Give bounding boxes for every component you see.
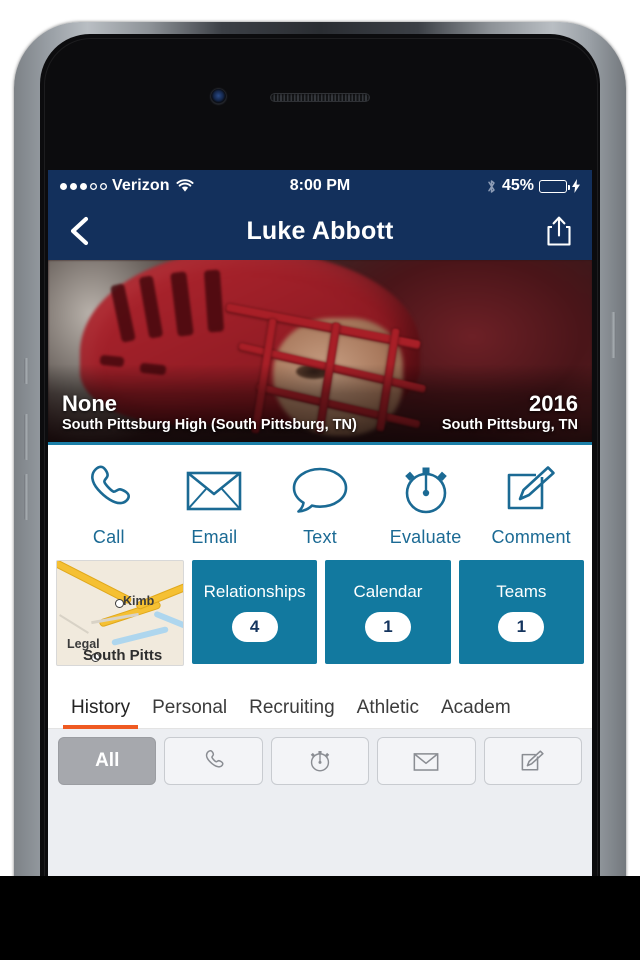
- tile-calendar-count: 1: [364, 612, 411, 642]
- stopwatch-icon: [399, 463, 453, 517]
- battery-percent-label: 45%: [501, 177, 534, 194]
- pencil-square-icon: [504, 463, 558, 517]
- action-email[interactable]: Email: [162, 463, 268, 548]
- wifi-icon: [176, 179, 194, 193]
- earpiece-speaker-icon: [270, 93, 370, 102]
- battery-icon: [539, 179, 570, 193]
- quick-action-row: Call Email Text Evaluate Comment: [48, 445, 592, 560]
- tile-calendar[interactable]: Calendar 1: [325, 560, 451, 664]
- tile-relationships-label: Relationships: [203, 582, 306, 601]
- phone-screen: Verizon 8:00 PM 45% Luke Abbott None Sou…: [48, 170, 592, 876]
- map-label-kimball: Kimb: [123, 594, 155, 608]
- hero-right-text: 2016 South Pittsburg, TN: [442, 391, 578, 436]
- hero-overlay-text: None South Pittsburg High (South Pittsbu…: [48, 391, 592, 436]
- filter-all-label: All: [95, 750, 120, 771]
- map-tile[interactable]: Kimb Legal South Pitts: [56, 560, 184, 666]
- navigation-bar: Luke Abbott: [48, 202, 592, 260]
- tile-relationships-count: 4: [231, 612, 278, 642]
- tile-relationships[interactable]: Relationships 4: [192, 560, 318, 664]
- action-evaluate[interactable]: Evaluate: [373, 463, 479, 548]
- tab-athletic[interactable]: Athletic: [346, 697, 430, 728]
- action-text-label: Text: [303, 527, 337, 547]
- volume-down-button[interactable]: [24, 474, 29, 520]
- filter-calls[interactable]: [164, 737, 263, 785]
- page-title: Luke Abbott: [246, 216, 394, 245]
- tile-teams-count: 1: [498, 612, 545, 642]
- action-text[interactable]: Text: [267, 463, 373, 548]
- share-button[interactable]: [544, 214, 574, 248]
- filter-emails[interactable]: [377, 737, 476, 785]
- action-call[interactable]: Call: [56, 463, 162, 548]
- athlete-school: South Pittsburg High (South Pittsburg, T…: [62, 417, 357, 434]
- stopwatch-icon: [308, 749, 332, 773]
- silent-switch[interactable]: [24, 358, 29, 384]
- image-crop-mask: [0, 876, 640, 960]
- screenshot-root: Verizon 8:00 PM 45% Luke Abbott None Sou…: [0, 0, 640, 960]
- map-label-south-pittsburg: South Pitts: [83, 647, 163, 664]
- back-button[interactable]: [66, 215, 92, 247]
- athlete-class-year: 2016: [529, 391, 578, 417]
- signal-strength-icon: [60, 182, 107, 190]
- tile-teams-label: Teams: [496, 582, 547, 601]
- filter-evaluations[interactable]: [270, 737, 370, 785]
- tab-history[interactable]: History: [60, 697, 141, 729]
- bluetooth-icon: [486, 178, 497, 195]
- status-bar-left: Verizon: [60, 177, 194, 195]
- tile-calendar-label: Calendar: [353, 582, 423, 601]
- filter-comments[interactable]: [483, 737, 583, 785]
- status-bar-right: 45%: [486, 177, 580, 195]
- tab-recruiting[interactable]: Recruiting: [238, 697, 346, 728]
- action-email-label: Email: [191, 527, 238, 547]
- profile-tab-bar: History Personal Recruiting Athletic Aca…: [48, 680, 592, 729]
- status-bar: Verizon 8:00 PM 45%: [48, 170, 592, 202]
- history-filter-bar: All: [48, 729, 592, 876]
- speech-bubble-icon: [291, 463, 349, 517]
- envelope-icon: [413, 751, 439, 772]
- athlete-hero-photo: None South Pittsburg High (South Pittsbu…: [48, 260, 592, 442]
- athlete-rating: None: [62, 391, 117, 417]
- action-comment-label: Comment: [491, 527, 571, 547]
- pencil-square-icon: [520, 749, 545, 773]
- envelope-icon: [185, 463, 243, 517]
- action-evaluate-label: Evaluate: [389, 527, 462, 547]
- summary-tiles-row: Kimb Legal South Pitts Relationships 4 C…: [48, 560, 592, 680]
- phone-icon: [82, 463, 136, 517]
- phone-icon: [202, 749, 226, 773]
- lightning-bolt-icon: [572, 179, 580, 193]
- volume-up-button[interactable]: [24, 414, 29, 460]
- carrier-label: Verizon: [112, 177, 170, 194]
- tab-personal[interactable]: Personal: [141, 697, 238, 728]
- tile-teams[interactable]: Teams 1: [458, 560, 584, 664]
- front-camera-icon: [211, 89, 226, 104]
- athlete-location: South Pittsburg, TN: [441, 417, 578, 434]
- action-comment[interactable]: Comment: [478, 463, 584, 548]
- action-call-label: Call: [92, 527, 125, 547]
- power-button[interactable]: [611, 312, 616, 358]
- filter-all[interactable]: All: [58, 737, 157, 785]
- hero-left-text: None South Pittsburg High (South Pittsbu…: [62, 391, 357, 436]
- tab-academics[interactable]: Academ: [430, 697, 522, 728]
